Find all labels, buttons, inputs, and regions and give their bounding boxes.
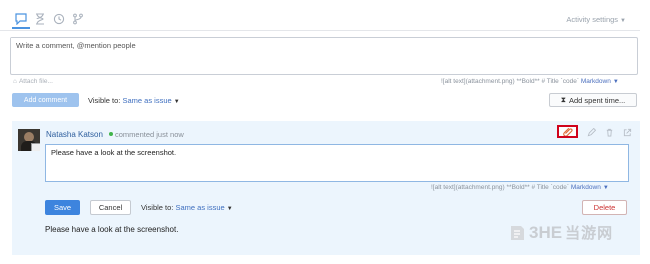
visibility-value[interactable]: Same as issue [175, 203, 224, 212]
visible-to-label: Visible to: [141, 203, 174, 212]
save-button[interactable]: Save [45, 200, 80, 215]
online-status-dot [109, 132, 113, 136]
markdown-syntax: ![alt text](attachment.png) **Bold** # T… [441, 78, 580, 85]
attachment-icon[interactable] [562, 126, 573, 138]
watermark: 3HE 当游网 [508, 222, 613, 243]
comment-author[interactable]: Natasha Katson [46, 130, 103, 139]
chevron-down-icon: ▼ [173, 99, 180, 105]
watermark-latin: 3HE [529, 222, 563, 242]
chevron-down-icon: ▼ [226, 206, 233, 212]
watermark-logo-icon [511, 225, 524, 240]
new-comment-box [10, 37, 638, 75]
delete-button[interactable]: Delete [582, 200, 627, 215]
pencil-icon[interactable] [586, 127, 596, 137]
visibility-selector[interactable]: Visible to: Same as issue ▼ [141, 203, 233, 212]
avatar [18, 129, 40, 151]
markdown-syntax: ![alt text](attachment.png) **Bold** # T… [431, 184, 570, 191]
highlighted-edit-region[interactable] [557, 125, 578, 138]
activity-settings-dropdown[interactable]: Activity settings ▼ [566, 15, 626, 24]
edit-comment-box: Please have a look at the screenshot. [45, 144, 629, 182]
visibility-selector[interactable]: Visible to: Same as issue ▼ [88, 96, 180, 105]
attach-file-link[interactable]: ⌂ Attach file... [13, 78, 53, 85]
markdown-link[interactable]: Markdown [581, 78, 611, 85]
visible-to-label: Visible to: [88, 96, 121, 105]
branch-icon[interactable] [71, 12, 85, 26]
add-spent-time-label: Add spent time... [568, 95, 626, 105]
watermark-cn: 当游网 [565, 225, 614, 242]
cancel-button[interactable]: Cancel [90, 200, 131, 215]
activity-settings-label: Activity settings [566, 15, 619, 24]
add-comment-button[interactable]: Add comment [12, 93, 79, 107]
hourglass-icon: ⧗ [560, 95, 566, 104]
chevron-down-icon: ▼ [612, 79, 619, 85]
trash-icon[interactable] [604, 127, 614, 137]
chevron-down-icon: ▼ [620, 18, 626, 24]
visibility-value[interactable]: Same as issue [122, 96, 171, 105]
active-tab-indicator [12, 27, 30, 29]
expand-icon[interactable] [622, 127, 632, 137]
attach-file-label: Attach file... [18, 78, 53, 85]
edit-comment-input[interactable]: Please have a look at the screenshot. [46, 145, 628, 179]
chevron-down-icon: ▼ [602, 185, 609, 191]
paperclip-icon: ⌂ [13, 78, 17, 85]
markdown-link[interactable]: Markdown [571, 184, 601, 191]
add-spent-time-button[interactable]: ⧗ Add spent time... [549, 93, 637, 107]
new-comment-input[interactable] [11, 38, 636, 72]
speech-bubble-icon[interactable] [14, 12, 28, 26]
hourglass-icon[interactable] [33, 12, 47, 26]
markdown-hint: ![alt text](attachment.png) **Bold** # T… [441, 78, 619, 85]
clock-icon[interactable] [52, 12, 66, 26]
comment-status: commented just now [115, 130, 184, 139]
markdown-hint: ![alt text](attachment.png) **Bold** # T… [431, 184, 609, 191]
comment-text: Please have a look at the screenshot. [45, 225, 179, 234]
divider [0, 30, 640, 31]
activity-tab-bar: Activity settings ▼ [0, 0, 650, 32]
